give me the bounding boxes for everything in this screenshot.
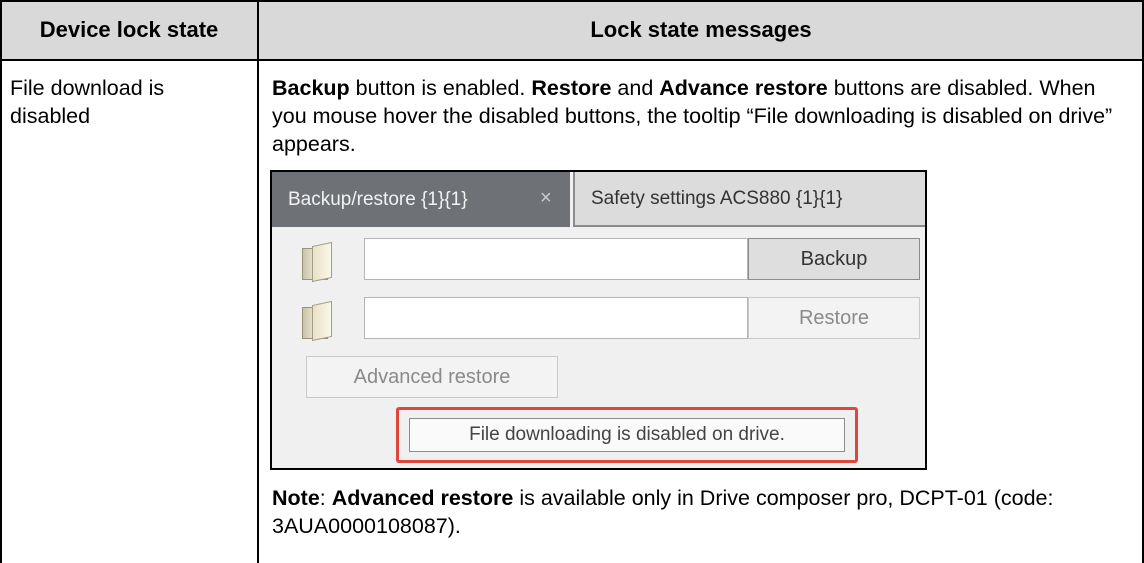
tab-backup-restore[interactable]: Backup/restore {1}{1} (272, 172, 570, 227)
tooltip: File downloading is disabled on drive. (409, 418, 845, 452)
backup-term: Backup (272, 76, 350, 100)
restore-button[interactable]: Restore (748, 297, 920, 339)
advanced-restore-button[interactable]: Advanced restore (306, 356, 558, 398)
folder-icon (302, 300, 332, 342)
note-label: Note (272, 486, 320, 510)
lock-state-message-cell: Backup button is enabled. Restore and Ad… (272, 74, 1122, 158)
backup-button[interactable]: Backup (748, 238, 920, 280)
tab-backup-restore-label: Backup/restore {1}{1} (288, 188, 468, 210)
advance-restore-term: Advance restore (659, 76, 828, 100)
column-header-device-lock-state: Device lock state (0, 0, 258, 60)
tab-safety-settings-label: Safety settings ACS880 {1}{1} (591, 187, 843, 209)
close-icon[interactable]: × (540, 187, 552, 210)
device-lock-state-cell: File download is disabled (10, 76, 165, 128)
note-advanced-restore-term: Advanced restore (331, 486, 514, 510)
tooltip-highlight-frame: File downloading is disabled on drive. (396, 407, 858, 463)
table-border-left (0, 0, 2, 563)
message-text-1: button is enabled. (349, 76, 532, 100)
table-border-middle (257, 0, 259, 563)
tab-bar: Backup/restore {1}{1} × Safety settings … (272, 172, 925, 227)
backup-restore-screenshot: Backup/restore {1}{1} × Safety settings … (270, 170, 927, 470)
backup-path-field[interactable] (364, 238, 748, 280)
table-border-top (0, 0, 1144, 2)
lock-state-table: Device lock state Lock state messages Fi… (0, 0, 1144, 563)
folder-icon (302, 241, 332, 283)
restore-term: Restore (531, 76, 612, 100)
note-text: Note: Advanced restore is available only… (272, 484, 1132, 540)
table-border-header (0, 59, 1144, 61)
tab-safety-settings[interactable]: Safety settings ACS880 {1}{1} (573, 172, 925, 227)
column-header-lock-state-messages: Lock state messages (258, 0, 1144, 60)
note-colon: : (319, 486, 332, 510)
restore-path-field[interactable] (364, 297, 748, 339)
message-text-2: and (611, 76, 660, 100)
